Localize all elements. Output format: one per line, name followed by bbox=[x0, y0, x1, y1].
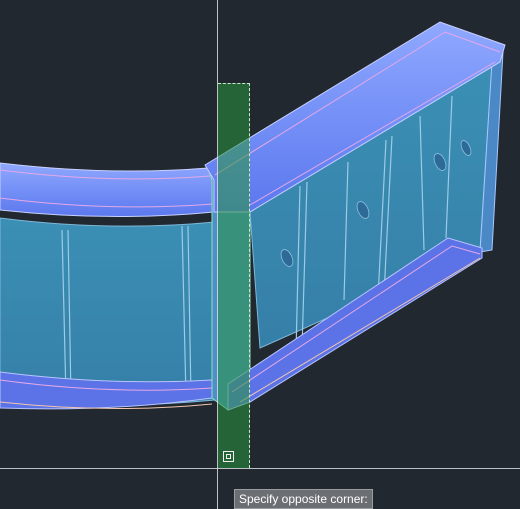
pickbox-cursor-icon bbox=[223, 451, 234, 462]
crosshair-horizontal bbox=[0, 468, 520, 469]
command-prompt-tooltip: Specify opposite corner: bbox=[234, 489, 373, 509]
3d-model-bent-channel[interactable] bbox=[0, 0, 520, 509]
drawing-viewport[interactable]: Specify opposite corner: bbox=[0, 0, 520, 509]
crossing-selection-window bbox=[218, 83, 250, 468]
left-top-rim bbox=[0, 162, 215, 218]
crosshair-vertical bbox=[217, 0, 218, 509]
